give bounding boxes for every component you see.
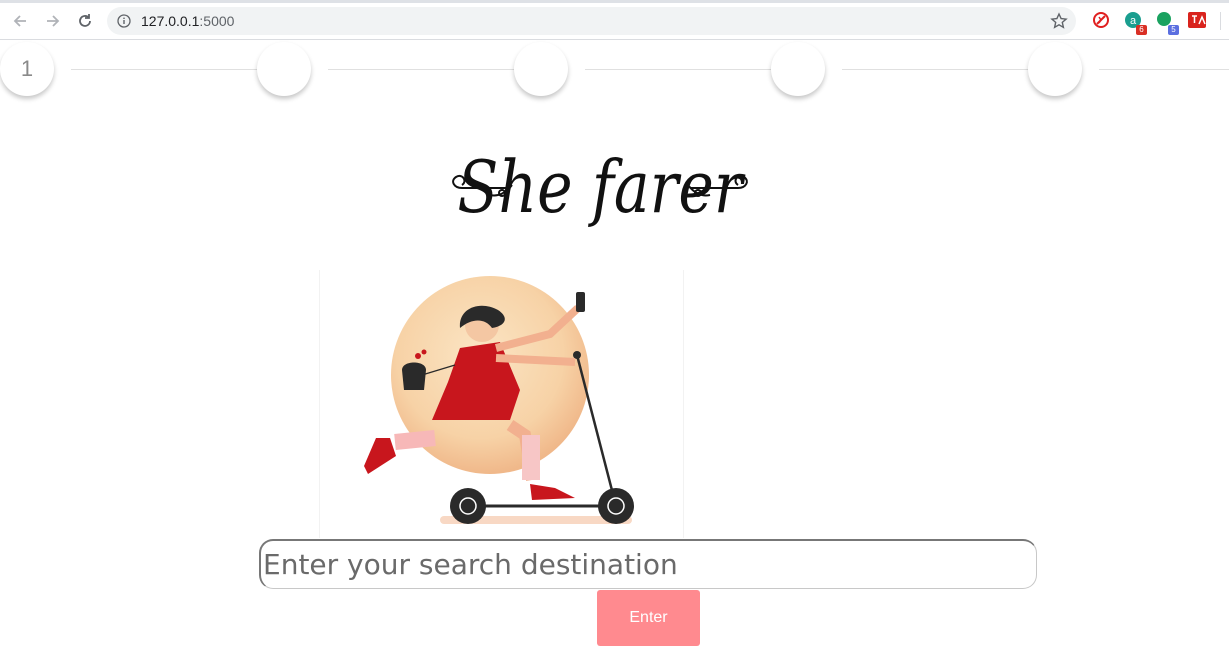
step-4[interactable] [771,42,825,96]
url-port: :5000 [199,13,235,29]
step-1[interactable]: 1 [0,42,54,96]
brand-logo: She farer [440,133,760,243]
enter-button[interactable]: Enter [597,590,700,646]
extension-green-icon[interactable]: 5 [1156,11,1179,35]
search-destination-input[interactable] [259,539,1037,589]
step-2[interactable] [257,42,311,96]
step-connector [71,69,257,70]
step-3[interactable] [514,42,568,96]
step-connector [328,69,514,70]
logo-text: She farer [457,145,745,230]
toolbar-separator [1220,12,1221,30]
reload-button[interactable] [74,10,96,32]
reload-icon [79,14,91,27]
step-connector [842,69,1028,70]
extension-translate-icon[interactable] [1188,11,1206,29]
forward-button[interactable] [42,10,64,32]
step-connector [585,69,771,70]
forward-arrow-icon [47,15,60,27]
url-host: 127.0.0.1 [141,13,200,29]
extension-red-icon[interactable] [1092,11,1110,29]
tab-strip-edge [0,0,1229,3]
hero-illustration [319,270,684,538]
extension-badge: 6 [1136,25,1147,35]
step-5[interactable] [1028,42,1082,96]
extension-badge: 5 [1168,25,1179,35]
back-arrow-icon [13,15,26,27]
browser-toolbar: 127.0.0.1:5000 a 6 5 [0,0,1229,40]
bookmark-star-icon[interactable] [1050,12,1068,30]
site-info-icon[interactable] [117,14,131,28]
extension-teal-icon[interactable]: a 6 [1124,11,1147,35]
step-connector [1099,69,1229,70]
back-button[interactable] [9,10,31,32]
url-text: 127.0.0.1:5000 [141,13,234,29]
address-bar[interactable]: 127.0.0.1:5000 [107,7,1076,35]
